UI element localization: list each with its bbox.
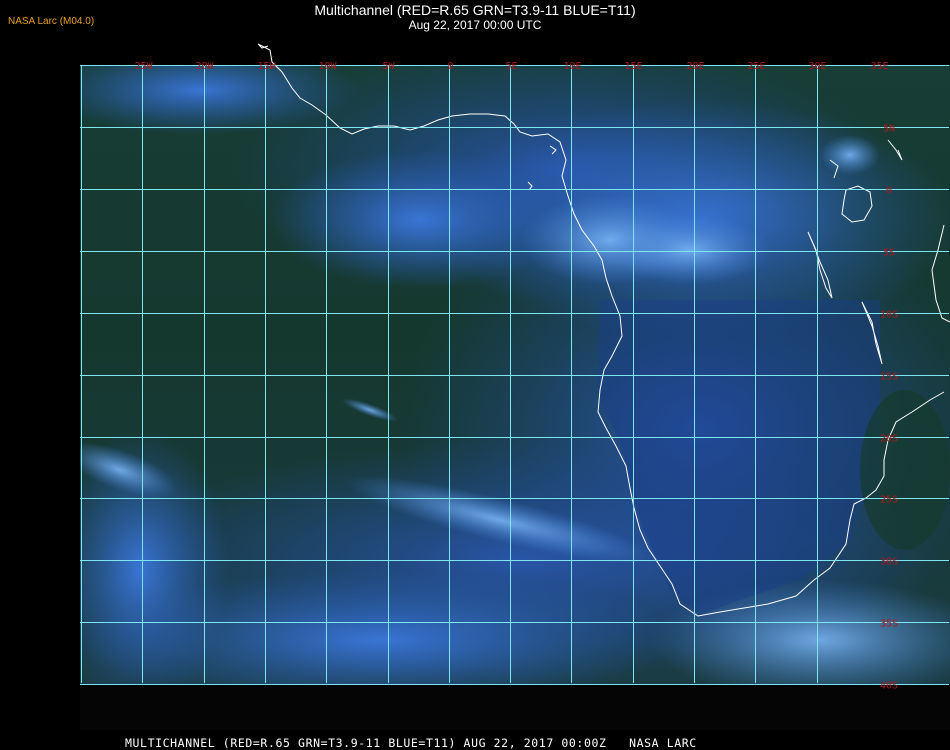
latitude-label: 10S xyxy=(880,310,898,321)
longitude-label: 5E xyxy=(505,61,517,72)
latitude-label: 35S xyxy=(880,619,898,630)
longitude-label: 20W xyxy=(195,61,214,72)
latitude-label: 30S xyxy=(880,557,898,568)
latitude-label: 15S xyxy=(880,372,898,383)
longitude-label: 20E xyxy=(686,61,704,72)
longitude-label: 30E xyxy=(808,61,826,72)
footer-caption: MULTICHANNEL (RED=R.65 GRN=T3.9-11 BLUE=… xyxy=(125,736,697,750)
latitude-label: 20S xyxy=(880,434,898,445)
longitude-label: 35E xyxy=(870,61,888,72)
longitude-label: 25E xyxy=(747,61,765,72)
latitude-label: 0 xyxy=(886,186,892,197)
longitude-label: 10E xyxy=(563,61,581,72)
latitude-label: 40S xyxy=(880,681,898,692)
longitude-label: 5W xyxy=(382,61,395,72)
longitude-label: 10W xyxy=(318,61,337,72)
longitude-label: 15W xyxy=(257,61,276,72)
longitude-label: 0 xyxy=(447,61,453,72)
longitude-label: 15E xyxy=(624,61,642,72)
satellite-map: 25W 20W 15W 10W 5W 0 5E 10E 15E 20E 25E 30E 35E 5N 0 5… xyxy=(80,43,950,692)
latitude-label: 5N xyxy=(883,124,895,135)
latitude-label: 25S xyxy=(880,495,898,506)
longitude-label: 25W xyxy=(134,61,153,72)
latitude-label: 5S xyxy=(883,248,895,259)
